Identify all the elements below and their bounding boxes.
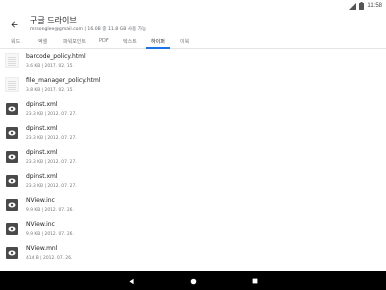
page-title: 구글 드라이브: [30, 16, 77, 25]
active-tab-indicator: [146, 47, 170, 49]
tab-bar: 워드 엑셀 파워포인트 PDF 텍스트 하이퍼 이북: [0, 36, 386, 49]
xml-icon: [6, 151, 18, 163]
list-item[interactable]: dpinst.xml 23.3 KB | 2012. 07. 27.: [0, 170, 386, 194]
file-name: NView.inc: [26, 197, 55, 204]
storage-subtitle: mrsonglee@gmail.com | 16.0B 중 11.8 GB 사용…: [30, 27, 147, 32]
file-meta: 23.3 KB | 2012. 07. 27.: [26, 184, 77, 189]
nav-back-button[interactable]: [126, 276, 136, 286]
tab-excel[interactable]: 엑셀: [38, 38, 47, 45]
xml-icon: [6, 247, 18, 259]
file-name: file_manager_policy.html: [26, 77, 101, 84]
file-name: dpinst.xml: [26, 101, 58, 108]
xml-icon: [6, 199, 18, 211]
triangle-back-icon: [128, 278, 134, 284]
file-name: NView.mnl: [26, 245, 58, 252]
list-item[interactable]: barcode_policy.html 3.6 KB | 2017. 02. 1…: [0, 50, 386, 74]
nav-recents-button[interactable]: [250, 276, 260, 286]
nav-home-button[interactable]: [188, 276, 198, 286]
list-item[interactable]: dpinst.xml 23.3 KB | 2012. 07. 27.: [0, 122, 386, 146]
arrow-back-icon: [11, 21, 17, 27]
file-meta: 9.9 KB | 2012. 07. 26.: [26, 208, 74, 213]
status-time: 11:58: [367, 3, 382, 9]
file-meta: 23.3 KB | 2012. 07. 27.: [26, 112, 77, 117]
file-name: dpinst.xml: [26, 149, 58, 156]
list-item[interactable]: file_manager_policy.html 3.8 KB | 2017. …: [0, 74, 386, 98]
list-item[interactable]: dpinst.xml 23.3 KB | 2012. 07. 27.: [0, 146, 386, 170]
file-meta: 23.3 KB | 2012. 07. 27.: [26, 160, 77, 165]
xml-icon: [6, 223, 18, 235]
file-meta: 9.9 KB | 2012. 07. 26.: [26, 232, 74, 237]
battery-icon: [359, 2, 365, 10]
back-button[interactable]: [6, 16, 22, 32]
file-name: barcode_policy.html: [26, 53, 86, 60]
file-name: NView.inc: [26, 221, 55, 228]
file-name: dpinst.xml: [26, 173, 58, 180]
signal-icon: [349, 2, 357, 10]
file-meta: 23.3 KB | 2012. 07. 27.: [26, 136, 77, 141]
xml-icon: [6, 175, 18, 187]
xml-icon: [6, 103, 18, 115]
document-thumbnail: [5, 77, 19, 92]
file-meta: 3.8 KB | 2017. 02. 15.: [26, 88, 74, 93]
tab-hyper[interactable]: 하이퍼: [151, 38, 165, 45]
file-list: barcode_policy.html 3.6 KB | 2017. 02. 1…: [0, 50, 386, 270]
list-item[interactable]: NView.inc 9.9 KB | 2012. 07. 26.: [0, 194, 386, 218]
navigation-bar: [0, 271, 386, 290]
app-bar: 구글 드라이브 mrsonglee@gmail.com | 16.0B 중 11…: [0, 12, 386, 36]
tab-text[interactable]: 텍스트: [123, 38, 137, 45]
square-recents-icon: [252, 278, 258, 284]
file-name: dpinst.xml: [26, 125, 58, 132]
list-item[interactable]: dpinst.xml 23.3 KB | 2012. 07. 27.: [0, 98, 386, 122]
tab-pdf[interactable]: PDF: [99, 38, 109, 44]
circle-home-icon: [190, 278, 196, 284]
file-meta: 3.6 KB | 2017. 02. 15.: [26, 64, 74, 69]
document-thumbnail: [5, 53, 19, 68]
tab-word[interactable]: 워드: [11, 38, 20, 45]
status-icons: 11:58: [349, 1, 382, 11]
tab-ebook[interactable]: 이북: [180, 38, 189, 45]
xml-icon: [6, 127, 18, 139]
list-item[interactable]: NView.inc 9.9 KB | 2012. 07. 26.: [0, 218, 386, 242]
list-item[interactable]: NView.mnl 414 B | 2012. 07. 26.: [0, 242, 386, 266]
file-meta: 414 B | 2012. 07. 26.: [26, 256, 73, 261]
status-bar: 11:58: [0, 0, 386, 12]
tab-powerpoint[interactable]: 파워포인트: [63, 38, 86, 45]
